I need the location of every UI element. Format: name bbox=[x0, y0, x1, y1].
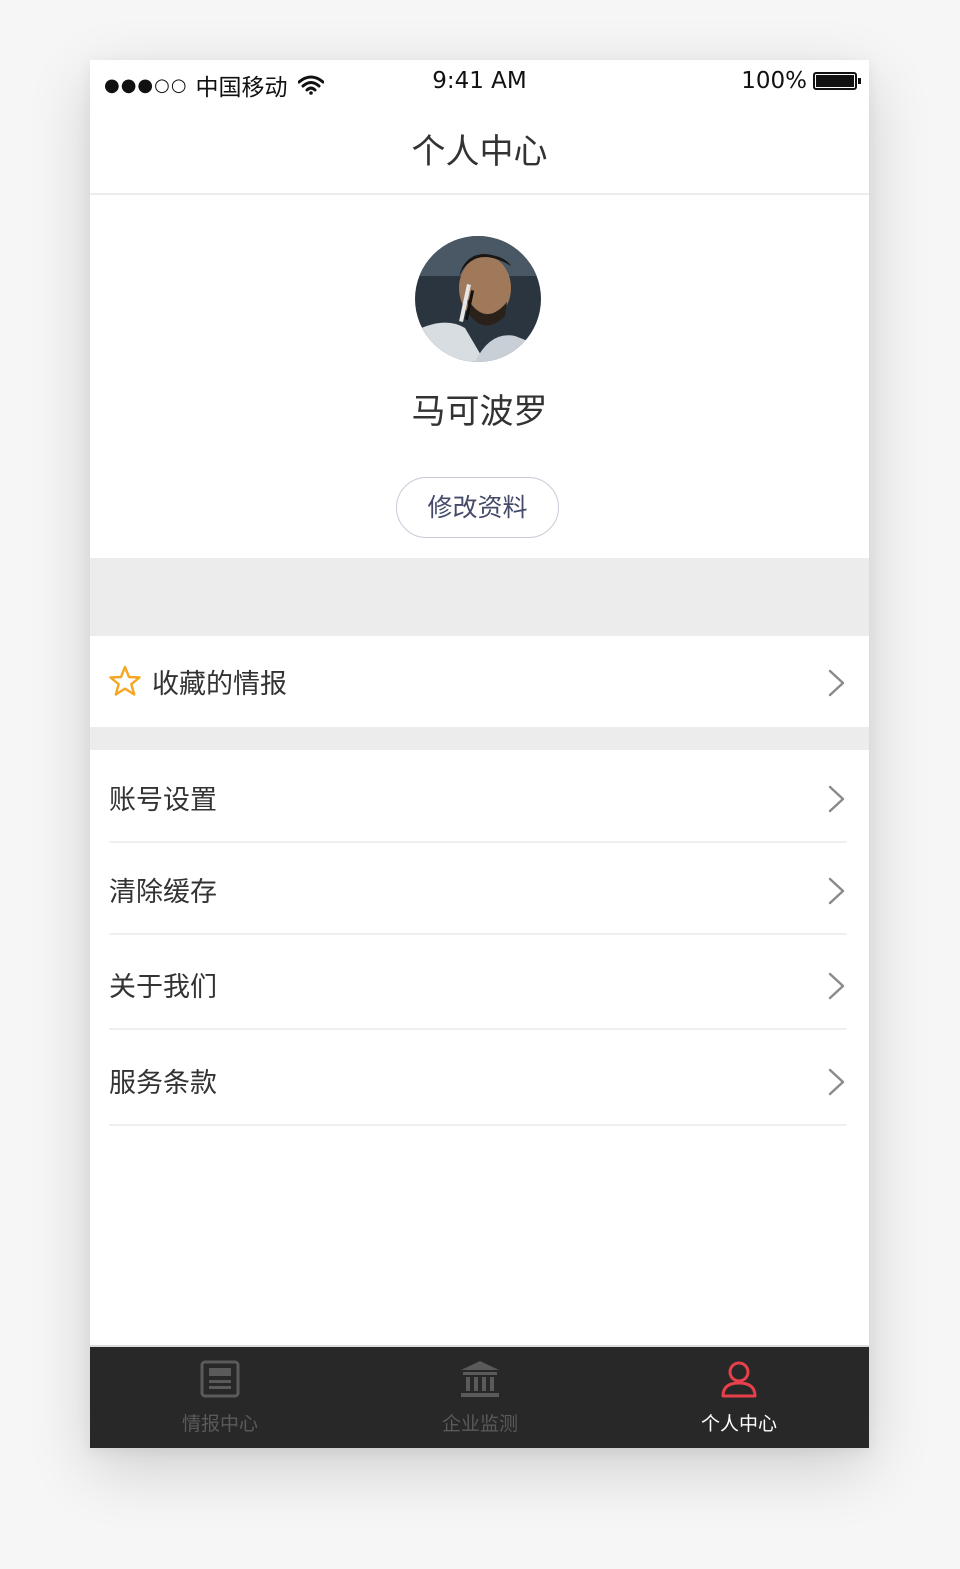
menu-item-account-settings[interactable]: 账号设置 bbox=[90, 752, 869, 843]
edit-profile-button[interactable]: 修改资料 bbox=[396, 477, 559, 538]
menu-item-label: 清除缓存 bbox=[109, 877, 217, 908]
menu-item-label: 服务条款 bbox=[109, 1068, 217, 1099]
chevron-right-icon bbox=[828, 972, 845, 1000]
status-right: 100% bbox=[741, 68, 861, 94]
avatar-image bbox=[415, 236, 541, 362]
chevron-right-icon bbox=[828, 1068, 845, 1096]
star-icon bbox=[109, 665, 141, 696]
battery-icon bbox=[813, 72, 861, 90]
avatar[interactable] bbox=[415, 236, 541, 362]
row-divider bbox=[109, 1028, 847, 1030]
tab-personal-center[interactable]: 个人中心 bbox=[609, 1347, 869, 1448]
newspaper-icon bbox=[200, 1360, 240, 1398]
bank-building-icon bbox=[461, 1361, 499, 1397]
chevron-right-icon bbox=[828, 785, 845, 813]
chevron-right-icon bbox=[828, 669, 845, 697]
status-bar: ●●●○○ 中国移动 9:41 AM 100% bbox=[90, 60, 869, 104]
tab-intelligence-center[interactable]: 情报中心 bbox=[90, 1347, 350, 1448]
menu-item-label: 收藏的情报 bbox=[152, 669, 287, 700]
menu-item-about-us[interactable]: 关于我们 bbox=[90, 939, 869, 1030]
menu-item-clear-cache[interactable]: 清除缓存 bbox=[90, 844, 869, 935]
tab-label: 企业监测 bbox=[441, 1413, 518, 1435]
menu-item-terms-of-service[interactable]: 服务条款 bbox=[90, 1035, 869, 1126]
section-spacer bbox=[90, 727, 869, 750]
menu-item-favorites[interactable]: 收藏的情报 bbox=[90, 636, 869, 727]
username: 马可波罗 bbox=[411, 392, 548, 432]
battery-percent: 100% bbox=[741, 68, 807, 94]
tab-label: 情报中心 bbox=[181, 1413, 258, 1435]
chevron-right-icon bbox=[828, 877, 845, 905]
menu-item-label: 关于我们 bbox=[109, 972, 217, 1003]
menu-item-label: 账号设置 bbox=[109, 785, 217, 816]
section-spacer bbox=[90, 558, 869, 636]
row-divider bbox=[109, 841, 847, 843]
page-title: 个人中心 bbox=[411, 132, 548, 172]
tab-label: 个人中心 bbox=[700, 1413, 777, 1435]
row-divider bbox=[109, 933, 847, 935]
tab-enterprise-monitoring[interactable]: 企业监测 bbox=[350, 1347, 610, 1448]
tab-bar: 情报中心 企业监测 个人中心 bbox=[90, 1345, 869, 1448]
phone-screen: ●●●○○ 中国移动 9:41 AM 100% 个人中心 马可波罗 修改资料 收… bbox=[90, 60, 869, 1448]
user-icon bbox=[721, 1361, 757, 1398]
header-divider bbox=[90, 193, 869, 195]
row-divider bbox=[109, 1124, 847, 1126]
